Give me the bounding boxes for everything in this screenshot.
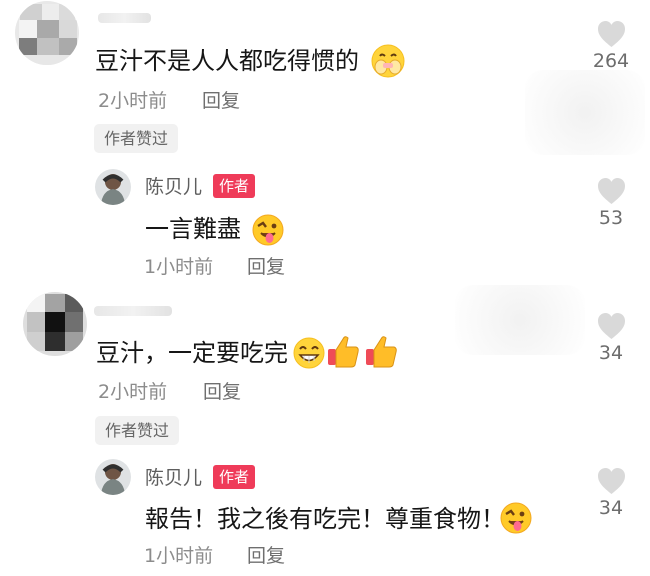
like-count: 53	[598, 207, 624, 229]
like-button[interactable]: 34	[585, 312, 637, 363]
commenter-avatar[interactable]	[15, 1, 79, 65]
blurred-user-avatar-icon	[15, 1, 79, 65]
reply-link[interactable]: 回复	[203, 383, 241, 402]
like-button[interactable]: 53	[585, 177, 637, 228]
comment-text: 豆汁不是人人都吃得惯的	[95, 47, 359, 75]
author-liked-tag: 作者赞过	[94, 124, 179, 153]
winking-tongue-icon	[252, 214, 284, 246]
reply-link[interactable]: 回复	[202, 92, 240, 111]
author-badge: 作者	[213, 465, 256, 489]
thumbs-up-icon	[366, 336, 397, 368]
author-avatar-icon	[95, 459, 131, 495]
like-button[interactable]: 264	[585, 20, 637, 71]
background-blur	[525, 70, 645, 155]
commenter-avatar[interactable]	[23, 292, 87, 356]
grin-icon	[293, 337, 325, 369]
thumbs-up-icon	[328, 336, 359, 368]
author-badge: 作者	[213, 174, 256, 198]
comment-feed: 豆汁不是人人都吃得惯的 2小时前 回复 作者赞过 264 陈贝儿 作者 一言難盡	[0, 0, 650, 576]
background-blur	[455, 285, 585, 355]
winking-tongue-icon	[500, 502, 532, 534]
reply-text: 報告！我之後有吃完！尊重食物！	[145, 505, 505, 533]
blurred-user-avatar-icon	[23, 292, 87, 356]
blurred-username	[98, 13, 151, 23]
heart-icon	[597, 312, 625, 340]
reply-time: 1小时前	[144, 545, 214, 567]
heart-icon	[597, 467, 625, 495]
comment-time: 2小时前	[98, 381, 168, 403]
like-count: 264	[592, 50, 630, 72]
reply-text: 一言難盡	[145, 215, 241, 243]
heart-icon	[597, 177, 625, 205]
comment-text: 豆汁，一定要吃完	[96, 339, 288, 367]
reply-author-name[interactable]: 陈贝儿	[145, 178, 202, 197]
blurred-username	[94, 306, 172, 316]
like-count: 34	[598, 497, 624, 519]
author-avatar[interactable]	[95, 169, 131, 205]
like-count: 34	[598, 342, 624, 364]
author-avatar[interactable]	[95, 459, 131, 495]
reply-time: 1小时前	[144, 256, 214, 278]
comment-time: 2小时前	[98, 90, 168, 112]
author-avatar-icon	[95, 169, 131, 205]
reply-link[interactable]: 回复	[247, 547, 285, 566]
heart-icon	[597, 20, 625, 48]
like-button[interactable]: 34	[585, 467, 637, 518]
reply-author-name[interactable]: 陈贝儿	[145, 469, 202, 488]
author-liked-tag: 作者赞过	[95, 416, 180, 445]
reply-link[interactable]: 回复	[247, 258, 285, 277]
hands-over-mouth-icon	[371, 44, 405, 78]
